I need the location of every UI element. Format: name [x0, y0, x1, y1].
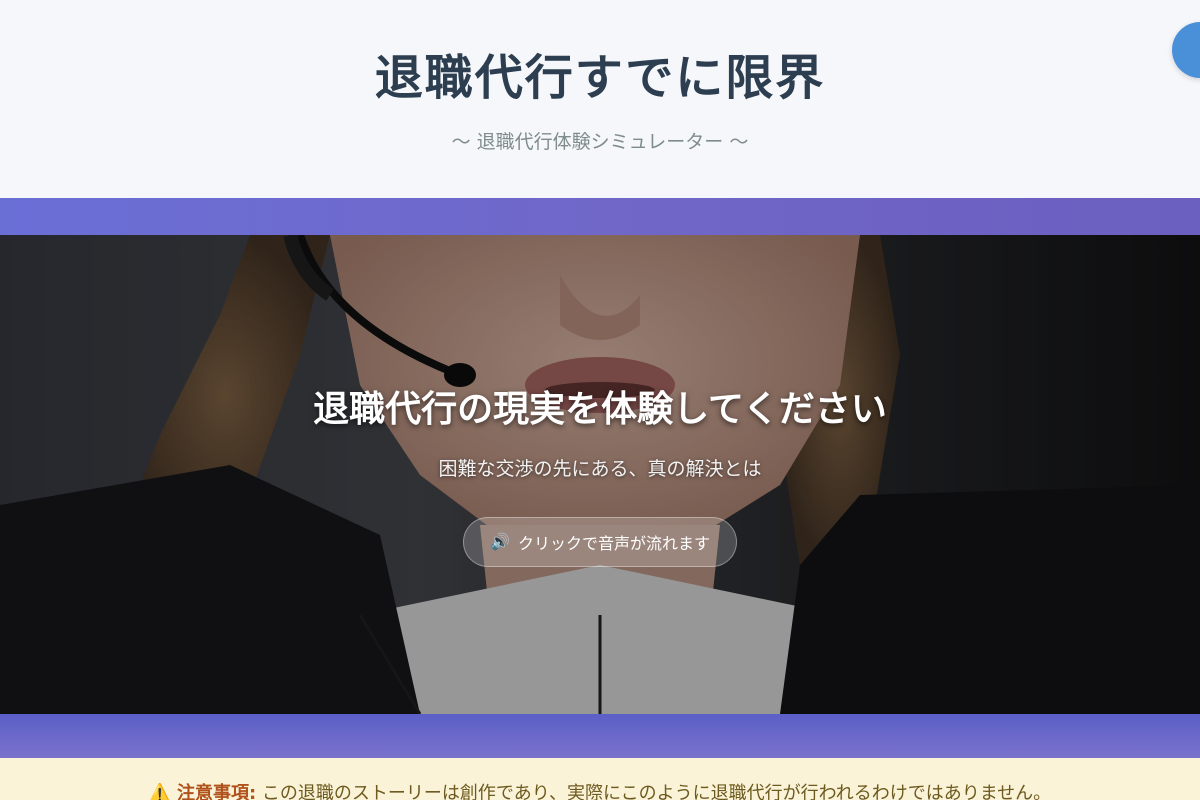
hero-subtitle: 困難な交渉の先にある、真の解決とは — [438, 458, 762, 480]
hero-band-top — [0, 198, 1200, 235]
hero-section: 退職代行の現実を体験してください 困難な交渉の先にある、真の解決とは 🔊 クリッ… — [0, 235, 1200, 714]
page-subtitle: 〜 退職代行体験シミュレーター 〜 — [451, 131, 749, 153]
hero-band-bottom — [0, 714, 1200, 758]
notice-label: 注意事項: — [176, 783, 257, 800]
play-audio-button[interactable]: 🔊 クリックで音声が流れます — [463, 517, 737, 567]
page: 退職代行すでに限界 〜 退職代行体験シミュレーター 〜 退職代行の現実を体験して… — [0, 0, 1200, 800]
speaker-icon: 🔊 — [490, 532, 510, 551]
page-title: 退職代行すでに限界 — [374, 50, 826, 106]
page-header: 退職代行すでに限界 〜 退職代行体験シミュレーター 〜 — [0, 0, 1200, 198]
notice-text: この退職のストーリーは創作であり、実際にこのように退職代行が行われるわけではあり… — [261, 783, 1052, 800]
hero-title: 退職代行の現実を体験してください — [313, 389, 887, 430]
notice-banner: ⚠️ 注意事項: この退職のストーリーは創作であり、実際にこのように退職代行が行… — [0, 758, 1200, 800]
notice-content: ⚠️ 注意事項: この退職のストーリーは創作であり、実際にこのように退職代行が行… — [0, 782, 1200, 800]
play-audio-label: クリックで音声が流れます — [517, 534, 710, 553]
warning-icon: ⚠️ — [148, 783, 172, 800]
